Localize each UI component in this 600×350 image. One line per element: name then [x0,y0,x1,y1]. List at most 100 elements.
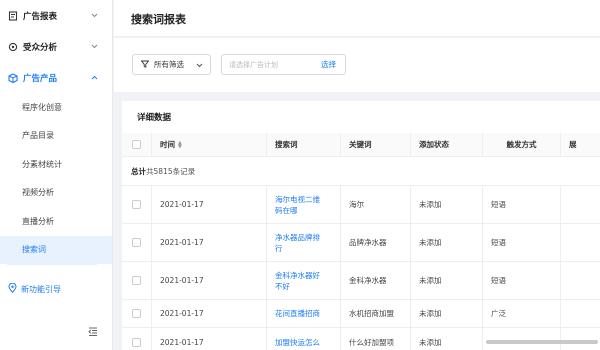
impressions-cell [561,262,600,299]
column-header-keyword: 关键词 [341,133,411,156]
chevron-down-icon [91,11,98,21]
search-term-cell: 花间直播招商 [267,300,341,327]
search-term-cell: 加盟快运怎么 [267,328,341,350]
keyword-cell: 水机招商加盟 [341,300,411,327]
ad-plan-selector[interactable]: 请选择广告计划 选择 [221,54,346,75]
card-title: 详细数据 [137,113,172,123]
row-checkbox[interactable] [132,276,141,285]
date-cell: 2021-01-17 [152,186,267,223]
search-term-link[interactable]: 净水器品牌排行 [275,232,327,254]
menu-group-label: 受众分析 [23,42,58,53]
sidebar-divider [7,264,97,265]
menu-group-ad-products[interactable]: 广告产品 [0,62,112,93]
select-plan-button[interactable]: 选择 [321,59,345,70]
add-status-cell: 未添加 [411,328,483,350]
main-content: 搜索词报表 所有筛选 请选择广告计划 选择 详细数据 时间 ▲ ▼ 搜索词 关键… [114,0,600,350]
chevron-down-icon [196,61,203,70]
sidebar-item-programmatic-creative[interactable]: 程序化创意 [0,93,112,122]
column-header-search-term: 搜索词 [267,133,341,156]
column-header-trigger: 触发方式 [483,133,561,156]
menu-group-report[interactable]: 广告报表 [0,0,112,31]
search-term-cell: 净水器品牌排行 [267,224,341,261]
impressions-cell [561,328,600,350]
collapse-menu-icon[interactable] [88,327,98,338]
row-checkbox-cell [122,300,152,327]
row-checkbox-cell [122,186,152,223]
cube-icon [8,72,18,83]
select-all-checkbox[interactable] [132,140,141,149]
column-header-label: 搜索词 [275,140,298,149]
add-status-cell: 未添加 [411,262,483,299]
column-header-label: 关键词 [349,140,372,149]
audience-icon [8,42,18,52]
sidebar-item-label: 程序化创意 [22,102,62,112]
row-checkbox-cell [122,224,152,261]
row-checkbox[interactable] [132,200,141,209]
chevron-down-icon [91,42,98,52]
trigger-cell: 短语 [483,262,561,299]
keyword-cell: 金科净水器 [341,262,411,299]
add-status-cell: 未添加 [411,186,483,223]
impressions-cell [561,186,600,223]
page-title: 搜索词报表 [131,13,186,26]
trigger-cell [483,328,561,350]
select-all-cell [122,133,152,156]
table-row: 2021-01-17 花间直播招商 水机招商加盟 未添加 广泛 [122,300,600,328]
sidebar-item-label: 搜索词 [22,245,46,255]
row-checkbox[interactable] [132,238,141,247]
sidebar: 广告报表 受众分析 广告产品 程序化创意 产品目录 分素材统计 视频分析 直播分… [0,0,113,350]
chevron-up-icon [91,73,98,83]
impressions-cell [561,224,600,261]
column-header-time[interactable]: 时间 ▲ ▼ [152,133,267,156]
menu-group-audience[interactable]: 受众分析 [0,31,112,62]
sidebar-item-label: 产品目录 [22,131,54,141]
menu-group-label: 广告报表 [23,11,58,22]
sidebar-item-product-catalog[interactable]: 产品目录 [0,122,112,151]
column-header-label: 时间 [160,140,175,149]
table-row: 2021-01-17 净水器品牌排行 品牌净水器 未添加 短语 [122,224,600,262]
search-term-cell: 海尔电视二维码在哪 [267,186,341,223]
column-header-impressions: 展 [561,133,600,156]
table-row: 2021-01-17 金科净水器好不好 金科净水器 未添加 短语 [122,262,600,300]
sidebar-item-live-analysis[interactable]: 直播分析 [0,207,112,236]
column-header-label: 触发方式 [506,140,537,149]
search-term-link[interactable]: 花间直播招商 [275,308,320,319]
location-icon [8,282,17,295]
trigger-cell: 短语 [483,186,561,223]
row-checkbox[interactable] [132,309,141,318]
keyword-cell: 海尔 [341,186,411,223]
column-header-label: 添加状态 [419,140,449,149]
search-term-link[interactable]: 海尔电视二维码在哪 [275,194,327,216]
page-header: 搜索词报表 [114,0,600,37]
data-table: 时间 ▲ ▼ 搜索词 关键词 添加状态 触发方式 展 总计 共5815条记录 202… [122,133,600,350]
scrollbar-thumb[interactable] [486,340,598,344]
filter-bar: 所有筛选 请选择广告计划 选择 [114,38,600,92]
trigger-cell: 短语 [483,224,561,261]
new-feature-guide-link[interactable]: 新功能引导 [8,282,61,295]
sort-icon[interactable]: ▲ ▼ [178,140,182,149]
sidebar-item-search-terms[interactable]: 搜索词 [0,235,112,264]
table-total-row: 总计 共5815条记录 [122,157,600,186]
sidebar-item-material-stats[interactable]: 分素材统计 [0,150,112,179]
all-filters-dropdown[interactable]: 所有筛选 [132,54,211,75]
search-term-link[interactable]: 金科净水器好不好 [275,270,327,292]
menu-group-label: 广告产品 [23,73,58,84]
column-header-add-status: 添加状态 [411,133,483,156]
sidebar-item-label: 视频分析 [22,188,54,198]
detail-data-card: 详细数据 时间 ▲ ▼ 搜索词 关键词 添加状态 触发方式 展 总计 共5815条记… [122,101,600,350]
date-cell: 2021-01-17 [152,262,267,299]
sidebar-item-label: 分素材统计 [22,159,62,169]
table-row: 2021-01-17 海尔电视二维码在哪 海尔 未添加 短语 [122,186,600,224]
total-label: 总计 [131,166,146,176]
date-cell: 2021-01-17 [152,224,267,261]
column-header-label: 展 [569,140,577,149]
row-checkbox-cell [122,262,152,299]
row-checkbox-cell [122,328,152,350]
sidebar-item-video-analysis[interactable]: 视频分析 [0,179,112,208]
keyword-cell: 什么好加盟项 [341,328,411,350]
horizontal-scrollbar[interactable] [122,340,600,345]
filter-icon [140,60,150,70]
total-count: 共5815条记录 [146,166,196,176]
table-row: 2021-01-17 加盟快运怎么 什么好加盟项 未添加 [122,328,600,350]
report-icon [8,10,18,21]
